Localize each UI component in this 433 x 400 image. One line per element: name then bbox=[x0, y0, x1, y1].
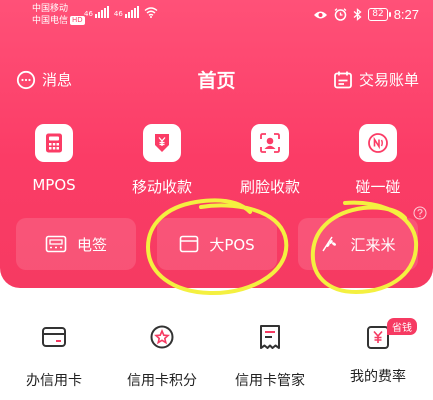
signal-strength: 46 46 bbox=[84, 6, 158, 18]
service-card-manager[interactable]: 信用卡管家 bbox=[216, 322, 324, 390]
ledger-label: 交易账单 bbox=[358, 71, 419, 89]
quick-action-tile bbox=[143, 124, 181, 162]
signal-icon: 46 bbox=[84, 6, 109, 18]
carrier-info: 中国移动 中国电信 HD bbox=[32, 3, 85, 27]
quick-action-tile bbox=[359, 124, 397, 162]
terminal-e-sign[interactable]: 电签 bbox=[16, 218, 136, 270]
carrier-2: 中国电信 HD bbox=[32, 16, 85, 26]
clock: 8:27 bbox=[393, 7, 419, 22]
nfc-icon bbox=[368, 133, 388, 153]
service-label: 信用卡管家 bbox=[235, 373, 305, 389]
battery-indicator: 82 bbox=[368, 8, 392, 21]
quick-action-mobile-payment[interactable]: 移动收款 bbox=[117, 124, 207, 197]
terminal-huilaimi[interactable]: 汇来米 bbox=[298, 218, 418, 270]
pos-terminal-icon bbox=[45, 235, 67, 253]
header: 消息 首页 交易账单 bbox=[0, 64, 433, 98]
quick-action-tile bbox=[35, 124, 73, 162]
calendar-icon bbox=[334, 71, 352, 88]
credit-card-icon bbox=[42, 327, 66, 347]
rice-icon bbox=[322, 236, 337, 252]
alarm-icon bbox=[334, 8, 347, 21]
quick-actions: MPOS 移动收款 刷脸收款 碰一碰 bbox=[0, 124, 433, 200]
terminal-label: 电签 bbox=[76, 235, 107, 254]
terminal-label: 大POS bbox=[209, 235, 255, 254]
wifi-icon bbox=[144, 7, 158, 18]
face-scan-icon bbox=[260, 133, 280, 153]
calculator-icon bbox=[46, 133, 62, 153]
service-my-rate[interactable]: 省钱 我的费率 bbox=[324, 318, 432, 386]
service-apply-credit-card[interactable]: 办信用卡 bbox=[0, 322, 108, 390]
receipt-icon bbox=[260, 325, 280, 349]
chat-bubble-icon bbox=[16, 70, 36, 89]
signal-label: 46 bbox=[84, 10, 93, 18]
window-icon bbox=[180, 235, 199, 253]
quick-action-label: MPOS bbox=[32, 176, 76, 194]
service-label: 信用卡积分 bbox=[127, 373, 197, 389]
status-right: 82 8:27 bbox=[313, 7, 419, 22]
terminal-options: 电签 大POS 汇来米 bbox=[16, 218, 418, 270]
service-label: 我的费率 bbox=[350, 369, 406, 385]
bluetooth-icon bbox=[353, 8, 362, 21]
terminal-big-pos[interactable]: 大POS bbox=[157, 218, 277, 270]
savings-badge: 省钱 bbox=[387, 318, 417, 335]
quick-action-label: 碰一碰 bbox=[355, 178, 401, 196]
hd-badge: HD bbox=[70, 16, 85, 25]
quick-action-label: 刷脸收款 bbox=[239, 178, 300, 196]
quick-action-tap[interactable]: 碰一碰 bbox=[333, 124, 423, 197]
signal-label: 46 bbox=[113, 10, 123, 18]
service-label: 办信用卡 bbox=[26, 373, 82, 389]
quick-action-tile bbox=[251, 124, 289, 162]
carrier-1: 中国移动 bbox=[32, 4, 69, 14]
quick-action-face-payment[interactable]: 刷脸收款 bbox=[225, 124, 315, 197]
signal-icon: 46 bbox=[114, 6, 139, 18]
quick-action-mpos[interactable]: MPOS bbox=[9, 124, 99, 194]
yen-download-icon bbox=[155, 134, 169, 152]
service-icon-wrap: 省钱 bbox=[363, 318, 417, 352]
messages-label: 消息 bbox=[42, 71, 73, 89]
status-bar: 中国移动 中国电信 HD 46 46 82 8:27 bbox=[0, 0, 433, 30]
service-grid: 办信用卡 信用卡积分 信用卡管家 省钱 我的费率 bbox=[0, 318, 433, 400]
terminal-label: 汇来米 bbox=[350, 235, 396, 254]
service-card-points[interactable]: 信用卡积分 bbox=[108, 322, 216, 390]
transaction-ledger-button[interactable]: 交易账单 bbox=[333, 69, 419, 90]
eye-icon bbox=[314, 11, 328, 18]
messages-button[interactable]: 消息 bbox=[16, 69, 72, 90]
quick-action-label: 移动收款 bbox=[131, 178, 192, 196]
star-badge-icon bbox=[150, 325, 174, 349]
